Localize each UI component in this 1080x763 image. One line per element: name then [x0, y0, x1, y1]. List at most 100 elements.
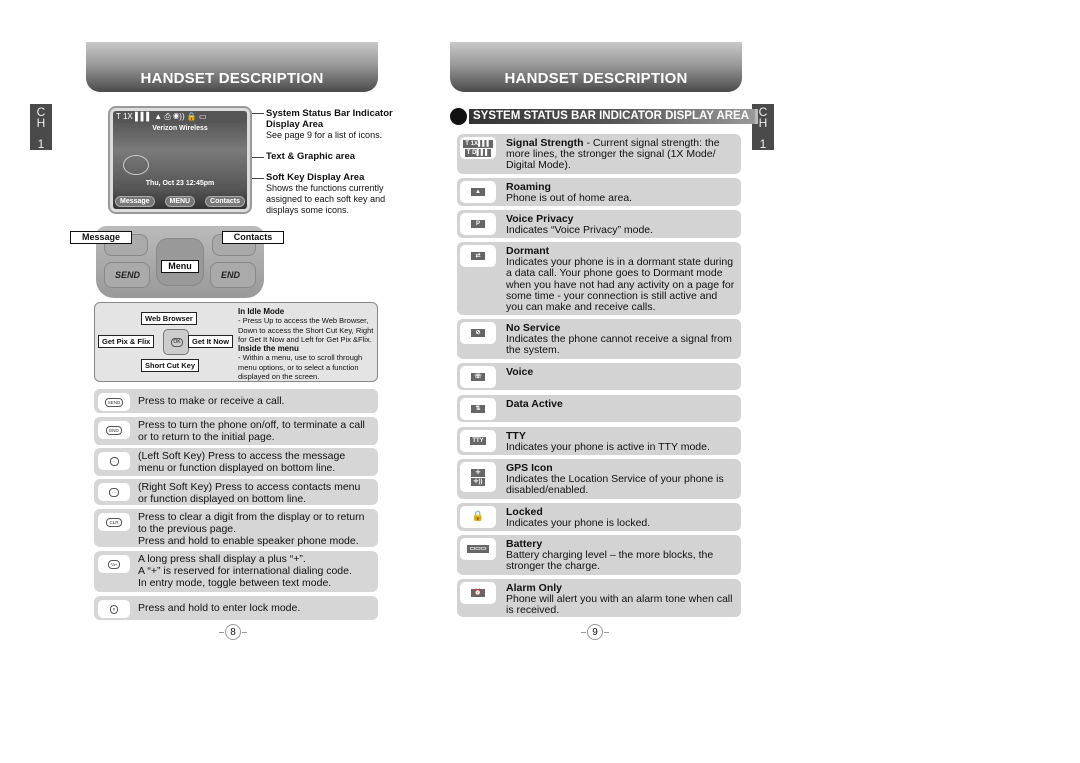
chapter-letters: C H — [36, 105, 46, 130]
indicator-description: Indicates the Location Service of your p… — [506, 473, 724, 497]
indicator-text: TTY Indicates your phone is active in TTY… — [506, 427, 714, 453]
menu-label: Menu — [161, 260, 199, 273]
indicator-voice-privacy: P Voice Privacy Indicates “Voice Privacy”… — [457, 210, 741, 238]
page-number-left: 8 — [219, 624, 247, 642]
indicator-alarm-only: ⏰ Alarm Only Phone will alert you with an… — [457, 579, 741, 617]
pound-key-icon: # — [98, 600, 130, 618]
alarm-only-icon: ⏰ — [460, 582, 496, 604]
indicator-roaming: ▲ Roaming Phone is out of home area. — [457, 178, 741, 206]
indicator-battery: ▭▭▭ Battery Battery charging level – the … — [457, 535, 741, 575]
locked-icon: 🔒 — [460, 506, 496, 528]
indicator-text: Roaming Phone is out of home area. — [506, 178, 636, 204]
indicator-description: Phone will alert you with an alarm tone … — [506, 593, 733, 617]
key-row-end: END Press to turn the phone on/off, to t… — [94, 417, 378, 445]
star-key-icon: *a+ — [98, 555, 130, 573]
date-time-text: Thu, Oct 23 12:45pm — [145, 180, 215, 187]
indicator-text: No Service Indicates the phone cannot rec… — [506, 319, 741, 357]
indicator-gps: ✛ ✛)) GPS Icon Indicates the Location Serv… — [457, 459, 741, 499]
indicator-description: Phone is out of home area. — [506, 192, 633, 205]
callout-line — [252, 157, 264, 158]
key-row-clear: CLR Press to clear a digit from the disp… — [94, 509, 378, 547]
section-title: SYSTEM STATUS BAR INDICATOR DISPLAY AREA — [450, 108, 759, 125]
key-row-left-soft: ·· (Left Soft Key) Press to access the m… — [94, 448, 378, 476]
indicator-description: Battery charging level – the more blocks… — [506, 549, 714, 573]
softkey-menu[interactable]: MENU — [164, 196, 196, 207]
indicator-tty: TTY TTY Indicates your phone is active in… — [457, 427, 741, 455]
indicator-locked: 🔒 Locked Indicates your phone is locked. — [457, 503, 741, 531]
callout-soft-key: Soft Key Display Area Shows the function… — [266, 172, 390, 216]
callout-title: Soft Key Display Area — [266, 172, 365, 183]
callout-title: Text & Graphic area — [266, 151, 356, 162]
indicator-title: Voice — [506, 366, 534, 378]
indicator-text: Signal Strength - Current signal strengt… — [506, 134, 741, 172]
indicator-text: Dormant Indicates your phone is in a dorm… — [506, 242, 741, 313]
key-description: Press to clear a digit from the display … — [138, 511, 365, 547]
key-description: Press and hold to enter lock mode. — [138, 602, 301, 614]
right-soft-key-icon: ··· — [98, 483, 130, 501]
chapter-number: 1 — [37, 137, 45, 151]
softkey-message[interactable]: Message — [115, 196, 155, 207]
ok-key-icon: OK — [171, 338, 183, 347]
indicator-text: Locked Indicates your phone is locked. — [506, 503, 654, 529]
key-row-pound: # Press and hold to enter lock mode. — [94, 596, 378, 620]
voice-icon: ☏ — [460, 366, 496, 388]
softkey-bar: Message MENU Contacts — [115, 196, 245, 207]
indicator-signal-strength: T 1X▌▌▌ T D▌▌▌ Signal Strength - Current … — [457, 134, 741, 174]
callout-line — [252, 178, 264, 179]
analog-clock-icon — [123, 155, 149, 175]
right-page-header: HANDSET DESCRIPTION — [450, 42, 742, 92]
indicator-text: Battery Battery charging level – the more… — [506, 535, 741, 573]
indicator-description: Indicates “Voice Privacy” mode. — [506, 224, 654, 237]
status-icons: T 1X ▌▌▌ ▲ ⎙ ◉)) 🔒 ▭ — [116, 112, 207, 121]
voice-privacy-icon: P — [460, 213, 496, 235]
callout-line — [252, 113, 264, 114]
idle-mode-text: - Press Up to access the Web Browser, Do… — [238, 316, 374, 344]
carrier-text: Verizon Wireless — [152, 125, 208, 132]
indicator-title: Signal Strength — [506, 137, 584, 149]
clear-key-icon: CLR — [98, 513, 130, 531]
key-description: A long press shall display a plus “+”. A… — [138, 553, 352, 589]
indicator-data-active: ⇅ Data Active — [457, 395, 741, 422]
bullet-icon — [450, 108, 467, 125]
indicator-description: Indicates the phone cannot receive a sig… — [506, 333, 732, 357]
no-service-icon: ⊘ — [460, 322, 496, 344]
roaming-icon: ▲ — [460, 181, 496, 203]
indicator-title: Data Active — [506, 398, 563, 410]
signal-strength-icon: T 1X▌▌▌ T D▌▌▌ — [460, 137, 496, 159]
key-row-star: *a+ A long press shall display a plus “+… — [94, 551, 378, 592]
indicator-text: Voice — [506, 363, 537, 378]
callout-title: System Status Bar Indicator Display Area — [266, 108, 393, 130]
idle-mode-heading: In Idle Mode — [238, 307, 285, 316]
nav-key-description: In Idle Mode - Press Up to access the We… — [238, 307, 378, 381]
indicator-voice: ☏ Voice — [457, 363, 741, 390]
message-label: Message — [70, 231, 132, 244]
tty-icon: TTY — [460, 430, 496, 452]
phone-screen-frame: T 1X ▌▌▌ ▲ ⎙ ◉)) 🔒 ▭ Verizon Wireless Th… — [108, 106, 252, 214]
callout-text: Shows the functions currently assigned t… — [266, 183, 386, 215]
indicator-description: Indicates your phone is active in TTY mo… — [506, 441, 710, 454]
end-key-icon: END — [98, 421, 130, 439]
page-number-text: 9 — [587, 624, 603, 640]
softkey-contacts[interactable]: Contacts — [205, 196, 245, 207]
dormant-icon: ⇄ — [460, 245, 496, 267]
send-key[interactable]: SEND — [104, 262, 150, 288]
callout-text: See page 9 for a list of icons. — [266, 130, 383, 140]
indicator-text: Voice Privacy Indicates “Voice Privacy” m… — [506, 210, 657, 236]
left-soft-key-icon: ·· — [98, 452, 130, 470]
indicator-no-service: ⊘ No Service Indicates the phone cannot r… — [457, 319, 741, 359]
get-it-now-label: Get It Now — [188, 335, 234, 348]
section-title-text: SYSTEM STATUS BAR INDICATOR DISPLAY AREA — [469, 109, 759, 124]
indicator-text: Alarm Only Phone will alert you with an a… — [506, 579, 741, 617]
indicator-description: Indicates your phone is locked. — [506, 517, 651, 530]
key-description: Press to make or receive a call. — [138, 395, 285, 407]
indicator-text: GPS Icon Indicates the Location Service o… — [506, 459, 741, 497]
callout-text-graphic: Text & Graphic area — [266, 151, 355, 162]
send-key-icon: SEND — [98, 393, 130, 411]
phone-status-bar: T 1X ▌▌▌ ▲ ⎙ ◉)) 🔒 ▭ — [113, 111, 247, 123]
data-active-icon: ⇅ — [460, 398, 496, 420]
end-key[interactable]: END — [210, 262, 256, 288]
end-key-label: END — [221, 270, 241, 280]
key-description: Press to turn the phone on/off, to termi… — [138, 419, 365, 443]
phone-screen: T 1X ▌▌▌ ▲ ⎙ ◉)) 🔒 ▭ Verizon Wireless Th… — [113, 111, 247, 209]
indicator-text: Data Active — [506, 395, 567, 410]
